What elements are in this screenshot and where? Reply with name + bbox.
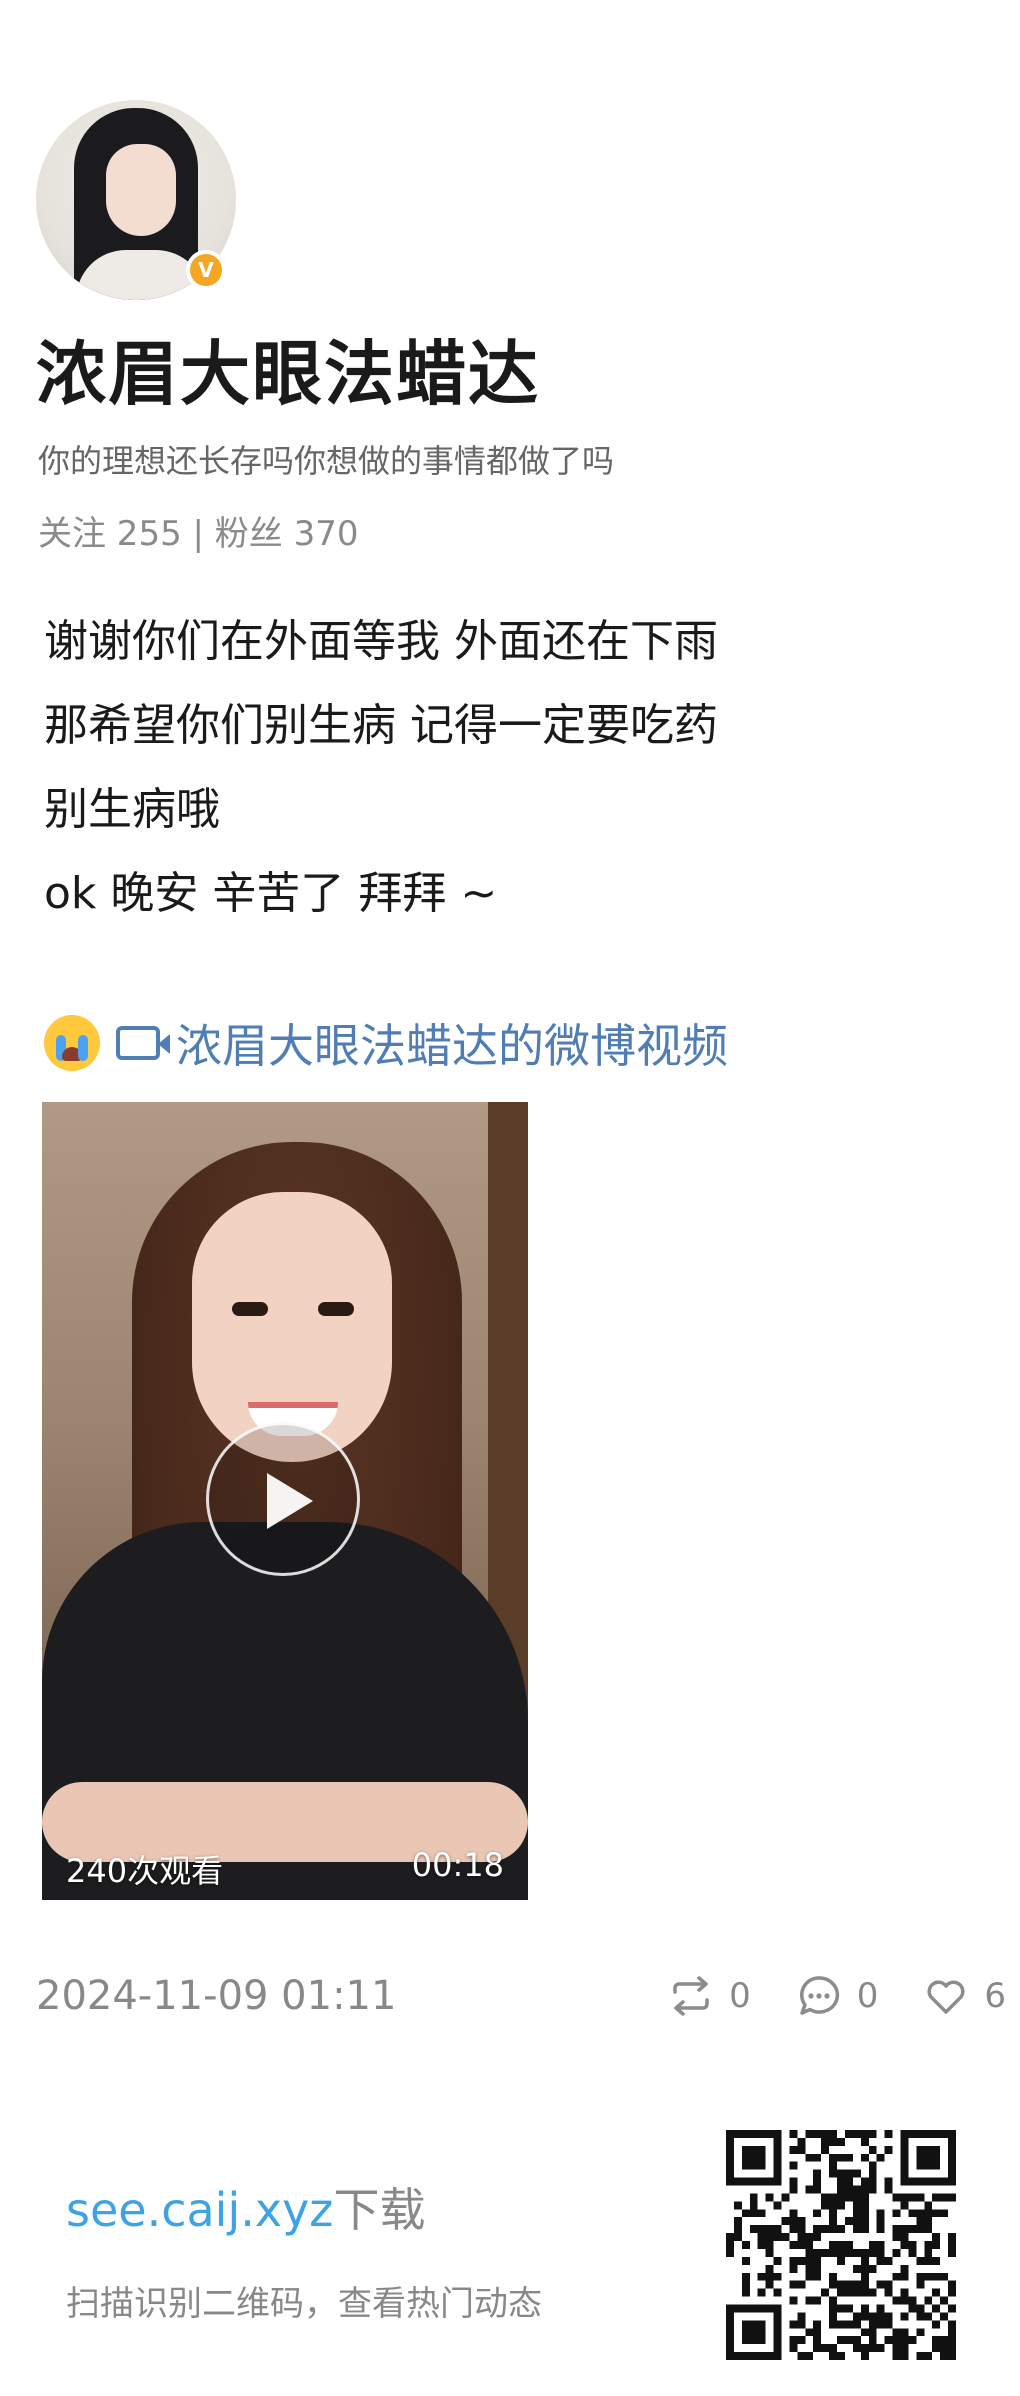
repost-button[interactable]: 0 (667, 1972, 751, 2020)
download-link[interactable]: see.caij.xyz下载 (66, 2174, 425, 2240)
verified-badge-icon: V (186, 250, 226, 290)
post-timestamp: 2024-11-09 01:11 (36, 1973, 397, 2019)
avatar[interactable]: V (36, 100, 236, 300)
promo-domain[interactable]: see.caij.xyz (66, 2183, 333, 2237)
username[interactable]: 浓眉大眼法蜡达 (36, 318, 540, 419)
qr-hint: 扫描识别二维码，查看热门动态 (66, 2284, 542, 2324)
post-line: 谢谢你们在外面等我 外面还在下雨 (44, 616, 718, 667)
repost-count: 0 (729, 1976, 751, 2016)
heart-icon (927, 1980, 965, 2014)
video-link[interactable]: 浓眉大眼法蜡达的微博视频 (44, 1008, 728, 1078)
like-button[interactable]: 6 (922, 1972, 1006, 2020)
post-line: 别生病哦 (44, 784, 220, 835)
comment-icon (799, 1976, 839, 2015)
play-button[interactable] (206, 1422, 360, 1576)
post-line: ok 晚安 辛苦了 拜拜 ~ (44, 868, 498, 919)
like-count: 6 (984, 1976, 1006, 2016)
video-camera-icon (116, 1026, 170, 1060)
comment-button[interactable]: 0 (795, 1972, 879, 2020)
profile-bio: 你的理想还长存吗你想做的事情都做了吗 (38, 442, 615, 480)
video-view-count: 240次观看 (66, 1852, 224, 1890)
comment-count: 0 (856, 1976, 879, 2016)
video-link-text[interactable]: 浓眉大眼法蜡达的微博视频 (176, 1010, 728, 1076)
follow-stats: 关注 255 | 粉丝 370 (38, 514, 359, 554)
post-line: 那希望你们别生病 记得一定要吃药 (44, 700, 718, 751)
post-footer: 2024-11-09 01:11 0 0 6 (36, 1966, 1006, 2026)
post-actions: 0 0 6 (623, 1972, 1006, 2020)
video-thumbnail[interactable]: 240次观看 00:18 (42, 1102, 528, 1900)
repost-icon (673, 1976, 709, 2016)
qr-code (726, 2130, 956, 2360)
video-duration: 00:18 (411, 1846, 504, 1884)
promo-suffix: 下载 (333, 2183, 426, 2237)
post-text: 谢谢你们在外面等我 外面还在下雨 那希望你们别生病 记得一定要吃药 别生病哦 o… (44, 600, 944, 936)
crying-emoji-icon (44, 1015, 100, 1071)
